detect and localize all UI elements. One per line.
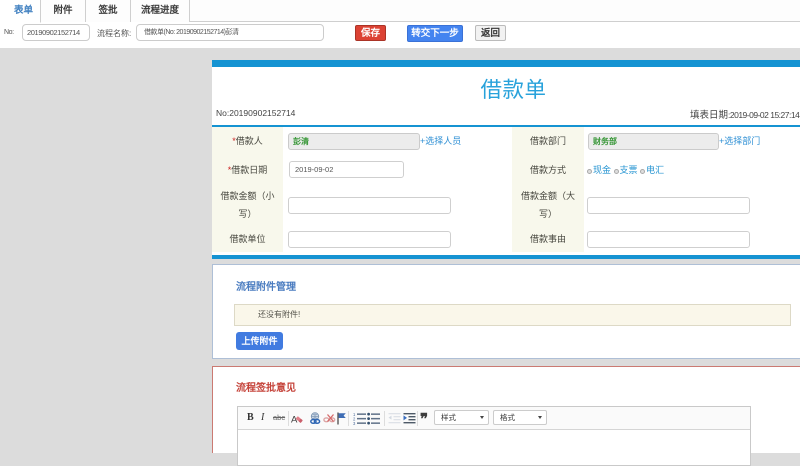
svg-text:A: A bbox=[291, 415, 298, 426]
svg-text:3: 3 bbox=[353, 421, 356, 426]
